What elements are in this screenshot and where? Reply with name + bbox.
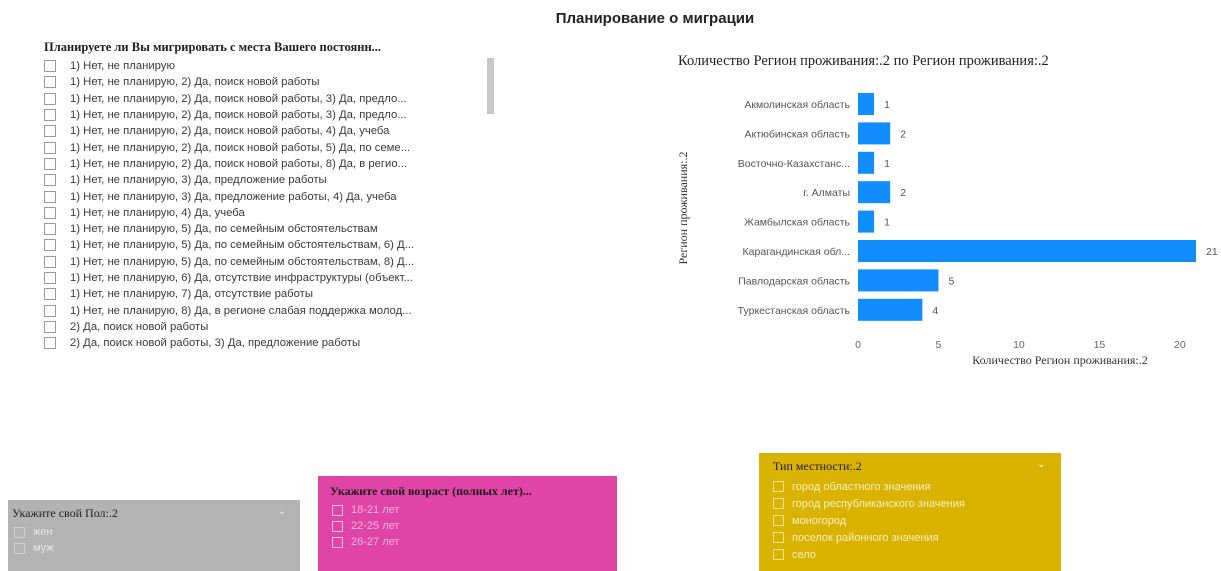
age-slicer-title: Укажите свой возраст (полных лет)... xyxy=(330,484,532,498)
chevron-down-icon[interactable]: ⌄ xyxy=(278,506,286,517)
category-label: Павлодарская область xyxy=(738,275,850,287)
slicer-item-label: жен xyxy=(33,526,53,538)
checkbox[interactable] xyxy=(332,520,343,532)
slicer-item[interactable]: 26-27 лет xyxy=(332,534,399,550)
x-tick-label: 15 xyxy=(1094,339,1106,351)
slicer-item-label: 22-25 лет xyxy=(351,520,400,532)
slicer-item-label: город областного значения xyxy=(792,480,931,493)
slicer-item[interactable]: город областного значения xyxy=(773,478,965,495)
checkbox[interactable] xyxy=(773,532,784,543)
category-label: Туркестанская область xyxy=(738,305,851,317)
checkbox[interactable] xyxy=(14,542,25,554)
slicer-item-label: муж xyxy=(33,542,54,554)
category-label: г. Алматы xyxy=(803,187,850,199)
locality-slicer-title: Тип местности:.2 xyxy=(773,459,862,473)
data-label: 2 xyxy=(900,128,906,140)
data-label: 4 xyxy=(932,305,938,317)
checkbox[interactable] xyxy=(773,498,784,509)
chart-x-axis-label: Количество Регион проживания:.2 xyxy=(972,353,1147,367)
slicer-item[interactable]: город республиканского значения xyxy=(773,495,965,512)
slicer-item-label: село xyxy=(792,548,816,561)
locality-slicer-list: город областного значения город республик… xyxy=(773,478,965,563)
slicer-item[interactable]: моногород xyxy=(773,512,965,529)
checkbox[interactable] xyxy=(332,536,343,548)
data-label: 1 xyxy=(884,158,890,170)
checkbox[interactable] xyxy=(14,526,25,538)
bar xyxy=(858,181,891,204)
slicer-item[interactable]: поселок районного значения xyxy=(773,529,965,546)
gender-slicer-list: жен муж xyxy=(14,524,54,556)
category-label: Актюбинская область xyxy=(745,128,851,140)
data-label: 1 xyxy=(884,217,890,229)
checkbox[interactable] xyxy=(773,515,784,526)
locality-type-slicer: Тип местности:.2 ⌄ город областного знач… xyxy=(759,453,1061,571)
bar xyxy=(858,298,923,321)
bar xyxy=(858,269,939,292)
data-label: 21 xyxy=(1206,246,1218,258)
bar xyxy=(858,122,891,145)
slicer-item-label: 26-27 лет xyxy=(351,536,400,548)
bar xyxy=(858,240,1196,262)
slicer-item-label: поселок районного значения xyxy=(792,531,939,544)
category-label: Восточно-Казахстанс... xyxy=(738,158,850,170)
x-tick-label: 10 xyxy=(1013,339,1025,351)
slicer-item[interactable]: село xyxy=(773,546,965,563)
data-label: 1 xyxy=(884,99,890,111)
category-label: Карагандинская обл... xyxy=(743,246,850,258)
checkbox[interactable] xyxy=(773,481,784,492)
gender-slicer-title: Укажите свой Пол:.2 xyxy=(12,506,118,520)
chevron-down-icon[interactable]: ⌄ xyxy=(1037,459,1045,470)
bar xyxy=(858,93,875,115)
age-slicer: Укажите свой возраст (полных лет)... 18-… xyxy=(318,476,617,571)
slicer-item[interactable]: 22-25 лет xyxy=(332,518,399,534)
x-tick-label: 0 xyxy=(855,339,861,351)
slicer-item[interactable]: жен xyxy=(14,524,54,540)
category-label: Жамбылская область xyxy=(744,217,850,229)
age-slicer-list: 18-21 лет 22-25 лет 26-27 лет xyxy=(332,502,399,550)
category-label: Акмолинская область xyxy=(744,99,850,111)
gender-slicer: Укажите свой Пол:.2 ⌄ жен муж xyxy=(8,500,300,571)
slicer-item[interactable]: муж xyxy=(14,540,54,556)
slicer-item[interactable]: 18-21 лет xyxy=(332,502,399,518)
slicer-item-label: город республиканского значения xyxy=(792,497,965,510)
bar xyxy=(858,210,875,233)
bar xyxy=(858,151,875,174)
slicer-item-label: моногород xyxy=(792,514,847,527)
data-label: 5 xyxy=(948,275,954,287)
slicer-item-label: 18-21 лет xyxy=(351,504,400,516)
x-tick-label: 5 xyxy=(936,339,942,351)
checkbox[interactable] xyxy=(773,549,784,560)
data-label: 2 xyxy=(900,187,906,199)
x-tick-label: 20 xyxy=(1174,339,1186,351)
checkbox[interactable] xyxy=(332,504,343,516)
